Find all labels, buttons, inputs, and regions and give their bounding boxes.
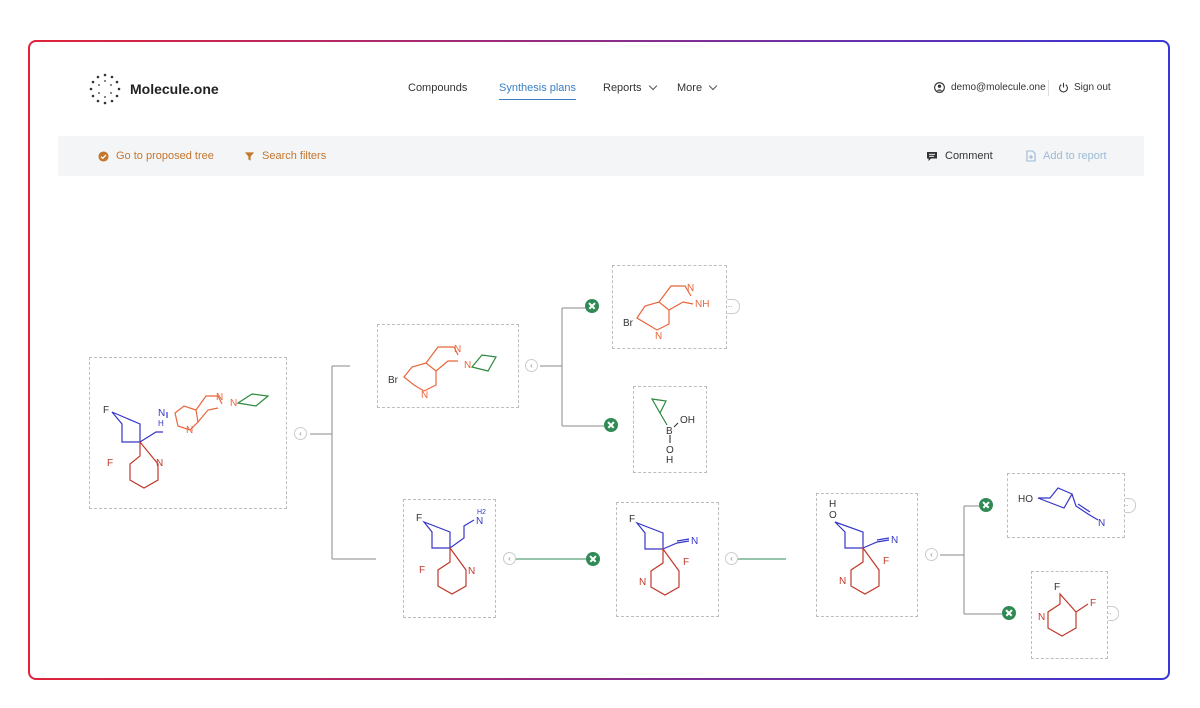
molecule-structure: Br N N NH bbox=[623, 283, 709, 342]
atom-label: F bbox=[107, 458, 113, 469]
atom-label: F bbox=[419, 565, 425, 576]
atom-label: O bbox=[829, 510, 837, 521]
reaction-icon[interactable] bbox=[1002, 606, 1016, 620]
reaction-icon[interactable] bbox=[586, 552, 600, 566]
atom-label: F bbox=[1054, 582, 1060, 593]
molecule-hydroxy-nitrile[interactable]: H O N F N bbox=[816, 493, 918, 617]
atom-label: F bbox=[629, 514, 635, 525]
molecule-structure: F N H N N N F N bbox=[103, 392, 270, 489]
atom-label: Br bbox=[388, 375, 399, 386]
collapse-button[interactable]: ‹ bbox=[294, 427, 307, 440]
reaction-icon[interactable] bbox=[604, 418, 618, 432]
atom-label: N bbox=[687, 283, 694, 294]
atom-label: N bbox=[230, 398, 237, 409]
atom-label: H bbox=[158, 419, 164, 428]
molecule-amine[interactable]: F H2 N F N bbox=[403, 499, 496, 618]
molecule-structure: F F N bbox=[1038, 582, 1096, 637]
atom-label: N bbox=[421, 390, 428, 401]
reaction-icon[interactable] bbox=[585, 299, 599, 313]
atom-label: N bbox=[216, 392, 223, 403]
synthesis-tree: ‹ ‹ ‹ ‹ ‹ ... ... ... F N H bbox=[30, 42, 1168, 678]
molecule-difluoropyridine[interactable]: F F N bbox=[1031, 571, 1108, 659]
reaction-icon[interactable] bbox=[979, 498, 993, 512]
molecule-structure: HO N bbox=[1018, 487, 1105, 529]
collapse-button[interactable]: ‹ bbox=[503, 552, 516, 565]
molecule-bromo-cyclopropyl[interactable]: Br N N N bbox=[377, 324, 519, 408]
atom-label: Br bbox=[623, 318, 634, 329]
atom-label: N bbox=[464, 360, 471, 371]
atom-label: F bbox=[416, 513, 422, 524]
atom-label: H bbox=[829, 499, 836, 510]
atom-label: N bbox=[1098, 518, 1105, 529]
molecule-structure: F N F N bbox=[629, 514, 698, 596]
atom-label: OH bbox=[680, 415, 695, 426]
collapse-button[interactable]: ‹ bbox=[525, 359, 538, 372]
atom-label: N bbox=[639, 577, 646, 588]
atom-label: N bbox=[476, 516, 483, 527]
molecule-structure: F H2 N F N bbox=[416, 509, 486, 595]
atom-label: N bbox=[454, 344, 461, 355]
atom-label: N bbox=[839, 576, 846, 587]
atom-label: N bbox=[186, 425, 193, 436]
collapse-button[interactable]: ‹ bbox=[925, 548, 938, 561]
molecule-nitrile[interactable]: F N F N bbox=[616, 502, 719, 617]
molecule-bromo-indazole[interactable]: Br N N NH bbox=[612, 265, 727, 349]
atom-label: B bbox=[666, 426, 673, 437]
molecule-hydroxy-cyclobutane-nitrile[interactable]: HO N bbox=[1007, 473, 1125, 538]
app-window: Molecule.one Compounds Synthesis plans R… bbox=[30, 42, 1168, 678]
atom-label: N bbox=[1038, 612, 1045, 623]
atom-label: HO bbox=[1018, 494, 1033, 505]
atom-label: F bbox=[683, 557, 689, 568]
atom-label: H2 bbox=[477, 509, 486, 516]
app-frame: Molecule.one Compounds Synthesis plans R… bbox=[28, 40, 1170, 680]
atom-label: N bbox=[891, 535, 898, 546]
atom-label: F bbox=[1090, 598, 1096, 609]
molecule-structure: H O N F N bbox=[829, 499, 898, 595]
molecule-target[interactable]: F N H N N N F N bbox=[89, 357, 287, 509]
atom-label: N bbox=[158, 408, 165, 419]
collapse-button[interactable]: ‹ bbox=[725, 552, 738, 565]
atom-label: F bbox=[103, 405, 109, 416]
atom-label: N bbox=[691, 536, 698, 547]
atom-label: F bbox=[883, 556, 889, 567]
atom-label: N bbox=[655, 331, 662, 342]
atom-label: H bbox=[666, 455, 673, 466]
molecule-structure: OH B O H bbox=[650, 398, 695, 466]
molecule-structure: Br N N N bbox=[388, 344, 497, 401]
atom-label: N bbox=[156, 458, 163, 469]
atom-label: NH bbox=[695, 299, 709, 310]
atom-label: N bbox=[468, 566, 475, 577]
molecule-boronic-acid[interactable]: OH B O H bbox=[633, 386, 707, 473]
